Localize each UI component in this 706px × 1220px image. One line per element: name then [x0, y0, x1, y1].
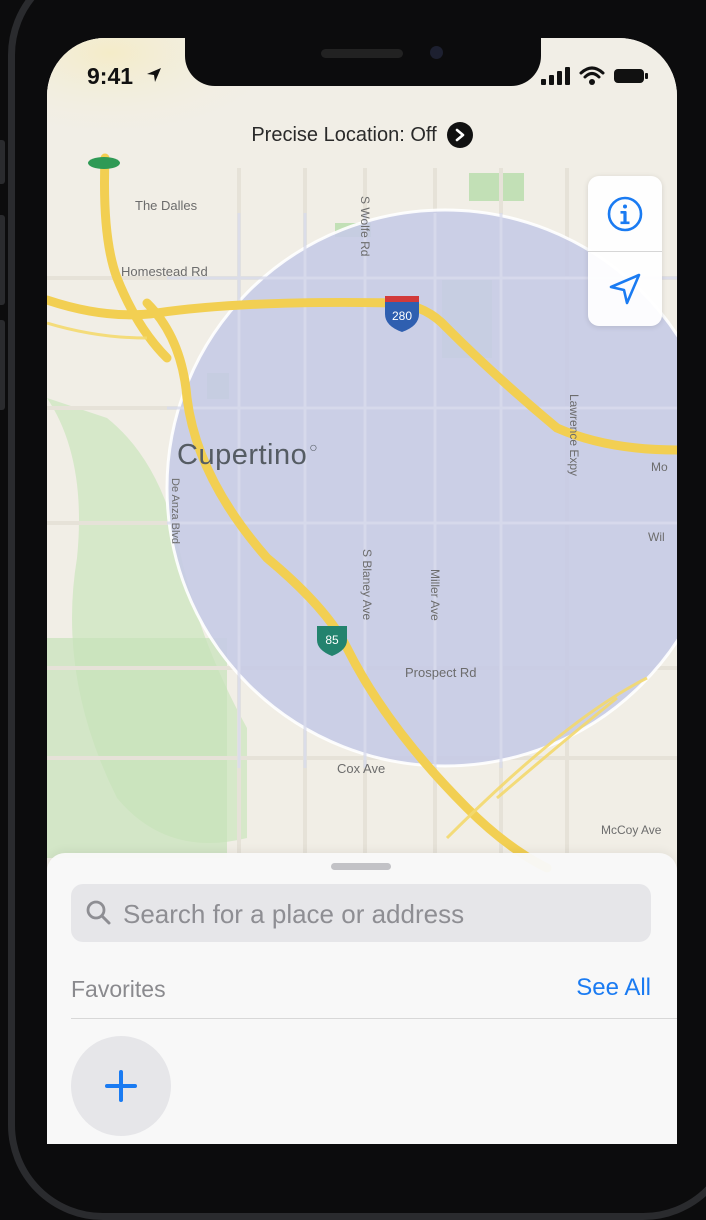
street-label: De Anza Blvd	[169, 478, 181, 545]
search-input[interactable]	[121, 884, 645, 944]
status-icons	[541, 66, 649, 86]
city-marker-icon: ○	[309, 439, 319, 455]
favorites-heading: Favorites	[71, 976, 166, 1002]
notch	[185, 38, 541, 86]
status-time: 9:41	[87, 63, 134, 89]
svg-text:280: 280	[392, 309, 412, 323]
location-icon	[609, 273, 641, 304]
favorites-divider	[71, 1018, 677, 1019]
street-label: The Dalles	[135, 198, 198, 213]
volume-up-button	[0, 215, 5, 305]
svg-text:85: 85	[325, 633, 339, 647]
street-label: Lawrence Expy	[567, 394, 581, 477]
street-label: Wil	[648, 530, 665, 544]
mute-switch	[0, 140, 5, 184]
park-area	[469, 173, 524, 201]
street-label: S Wolfe Rd	[358, 196, 372, 257]
signal-icon	[541, 67, 570, 85]
wifi-icon	[579, 66, 605, 85]
street-label: Prospect Rd	[405, 665, 477, 680]
screen: 280 85 The Dalles Homestead Rd S Wolfe R…	[47, 38, 677, 1144]
precise-location-banner[interactable]: Precise Location: Off	[47, 122, 677, 148]
phone-frame: 280 85 The Dalles Homestead Rd S Wolfe R…	[0, 0, 706, 1220]
plus-icon	[105, 1070, 137, 1102]
add-favorite-button[interactable]	[71, 1036, 171, 1136]
search-icon	[86, 900, 111, 925]
precise-location-label: Precise Location: Off	[251, 123, 437, 146]
info-button[interactable]	[588, 176, 662, 251]
chevron-right-icon[interactable]	[446, 122, 473, 148]
sheet-grabber[interactable]	[331, 863, 391, 870]
speaker-grille	[321, 49, 403, 58]
search-bar[interactable]	[71, 884, 651, 944]
battery-icon	[614, 69, 648, 83]
current-location-button[interactable]	[588, 251, 662, 326]
street-label: Homestead Rd	[121, 264, 208, 279]
front-camera	[430, 46, 443, 59]
street-label: Mo	[651, 460, 668, 474]
street-label: S Blaney Ave	[360, 549, 374, 621]
bottom-sheet: Favorites See All	[47, 853, 677, 1144]
street-label: McCoy Ave	[601, 823, 662, 837]
info-icon	[607, 196, 643, 231]
green-marker	[88, 157, 120, 169]
see-all-link[interactable]: See All	[576, 974, 651, 1002]
volume-down-button	[0, 320, 5, 410]
street-label: Miller Ave	[428, 569, 442, 621]
location-arrow-icon	[147, 68, 161, 82]
city-label: Cupertino ○	[177, 439, 319, 471]
map-controls	[588, 176, 662, 326]
park-area	[47, 638, 227, 858]
street-label: Cox Ave	[337, 761, 386, 776]
